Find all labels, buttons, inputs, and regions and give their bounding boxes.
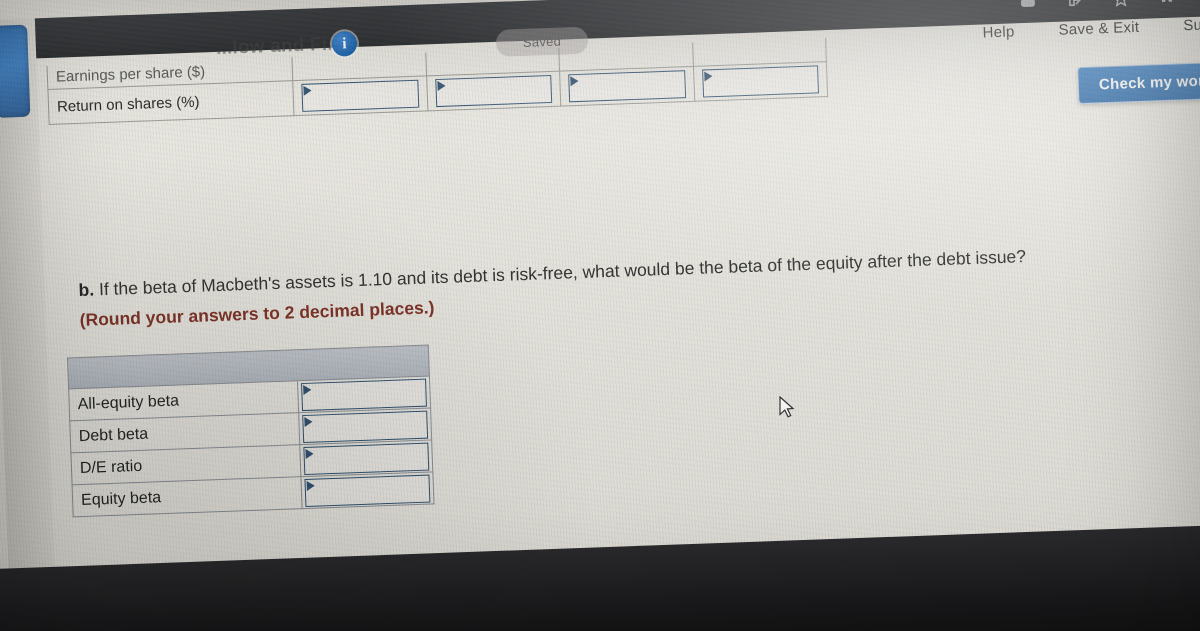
de-ratio-input[interactable] <box>303 442 430 475</box>
share-icon[interactable] <box>1065 0 1086 12</box>
answer-input[interactable] <box>434 74 553 108</box>
photographed-screen: ...low and Fi... i Saved Help Save & Exi… <box>0 0 1200 631</box>
help-link[interactable]: Help <box>982 23 1015 41</box>
save-and-exit-link[interactable]: Save & Exit <box>1058 19 1139 39</box>
check-my-work-button[interactable]: Check my work <box>1077 61 1200 105</box>
background-window-stub <box>0 24 31 118</box>
extensions-puzzle-icon[interactable] <box>1156 0 1177 8</box>
answer-table: All-equity beta Debt beta D/E ratio Equi… <box>67 344 434 517</box>
answer-input-cell[interactable] <box>292 75 428 116</box>
tab-group-icon[interactable] <box>1019 0 1040 13</box>
question-text: b. If the beta of Macbeth's assets is 1.… <box>78 235 1200 335</box>
answer-input-cell[interactable] <box>426 71 561 111</box>
answer-input[interactable] <box>301 79 419 112</box>
answer-input[interactable] <box>568 70 686 103</box>
info-icon[interactable]: i <box>331 30 358 57</box>
answer-input-cell[interactable] <box>692 61 828 102</box>
equity-beta-input[interactable] <box>304 474 431 507</box>
answer-input[interactable] <box>701 65 820 98</box>
submit-link[interactable]: Submit <box>1183 16 1200 35</box>
question-part-label: b. <box>78 279 95 300</box>
row-label-equity-beta: Equity beta <box>72 476 303 517</box>
input-cell-debt-beta[interactable] <box>298 407 432 445</box>
answer-input-cell[interactable] <box>559 66 695 107</box>
input-cell-de-ratio[interactable] <box>299 439 433 477</box>
bookmark-star-icon[interactable] <box>1111 0 1132 10</box>
rounding-instruction: (Round your answers to 2 decimal places.… <box>79 297 435 330</box>
input-cell-all-equity-beta[interactable] <box>297 375 431 413</box>
input-cell-equity-beta[interactable] <box>300 471 434 509</box>
all-equity-beta-input[interactable] <box>301 378 427 411</box>
debt-beta-input[interactable] <box>302 410 429 443</box>
table-row-label: Return on shares (%) <box>47 80 294 125</box>
question-body: If the beta of Macbeth's assets is 1.10 … <box>98 246 1027 300</box>
